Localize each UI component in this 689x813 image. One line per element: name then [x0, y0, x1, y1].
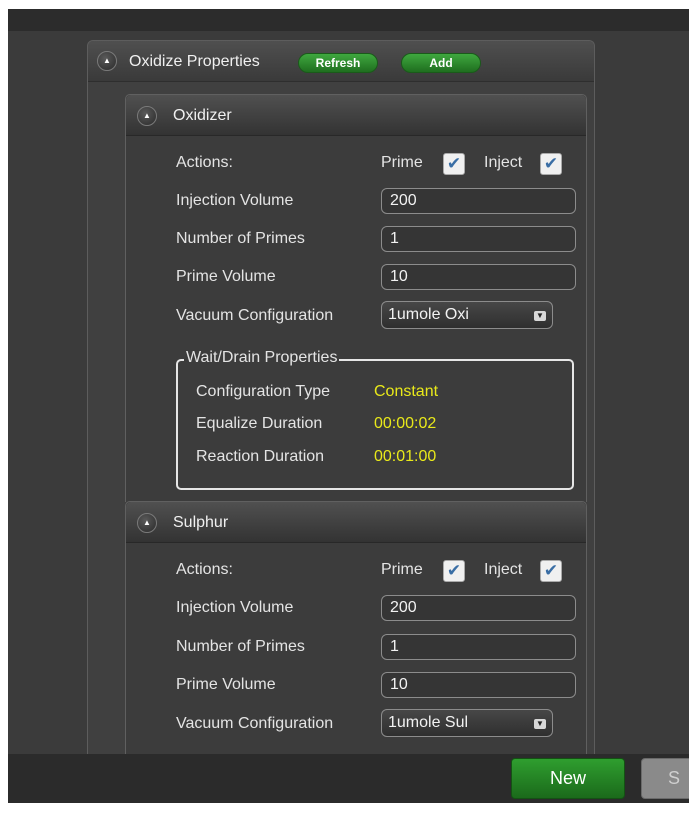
- configuration-type-label: Configuration Type: [196, 383, 331, 400]
- vacuum-configuration-select[interactable]: 1umole Sul ▼: [381, 709, 553, 737]
- vacuum-configuration-label: Vacuum Configuration: [176, 715, 334, 732]
- inject-checkbox[interactable]: ✔: [540, 153, 562, 175]
- oxidize-properties-title: Oxidize Properties: [129, 53, 260, 70]
- save-button[interactable]: S: [641, 758, 689, 799]
- sulphur-title: Sulphur: [173, 514, 229, 531]
- prime-volume-label: Prime Volume: [176, 676, 276, 693]
- collapse-up-icon[interactable]: ▲: [137, 106, 157, 126]
- oxidizer-title: Oxidizer: [173, 107, 232, 124]
- oxidize-properties-header[interactable]: ▲ Oxidize Properties Refresh Add: [88, 41, 594, 82]
- wait-drain-properties-legend: Wait/Drain Properties: [184, 349, 340, 367]
- reaction-duration-label: Reaction Duration: [196, 448, 325, 465]
- equalize-duration-value[interactable]: 00:00:02: [374, 415, 436, 433]
- collapse-up-icon[interactable]: ▲: [137, 513, 157, 533]
- top-bar: [8, 9, 689, 31]
- prime-volume-input[interactable]: 10: [381, 264, 576, 290]
- reaction-duration-value[interactable]: 00:01:00: [374, 448, 436, 466]
- actions-label: Actions:: [176, 154, 233, 171]
- inject-label: Inject: [484, 561, 523, 578]
- prime-checkbox[interactable]: ✔: [443, 153, 465, 175]
- checkmark-icon: ✔: [543, 561, 559, 580]
- prime-checkbox[interactable]: ✔: [443, 560, 465, 582]
- sulphur-header[interactable]: ▲ Sulphur: [126, 502, 586, 543]
- injection-volume-input[interactable]: 200: [381, 595, 576, 621]
- oxidize-properties-panel: ▲ Oxidize Properties Refresh Add ▲ Oxidi…: [87, 40, 595, 755]
- sulphur-panel: ▲ Sulphur Actions: Prime ✔ Inject ✔ Inje…: [125, 501, 587, 755]
- number-of-primes-input[interactable]: 1: [381, 634, 576, 660]
- prime-label: Prime: [381, 561, 423, 578]
- inject-checkbox[interactable]: ✔: [540, 560, 562, 582]
- prime-volume-label: Prime Volume: [176, 268, 276, 285]
- number-of-primes-label: Number of Primes: [176, 230, 305, 247]
- injection-volume-label: Injection Volume: [176, 599, 294, 616]
- new-button[interactable]: New: [511, 758, 625, 799]
- prime-label: Prime: [381, 154, 423, 171]
- actions-label: Actions:: [176, 561, 233, 578]
- refresh-button[interactable]: Refresh: [298, 53, 378, 73]
- configuration-type-value: Constant: [374, 383, 439, 400]
- checkmark-icon: ✔: [446, 561, 462, 580]
- injection-volume-input[interactable]: 200: [381, 188, 576, 214]
- oxidizer-panel: ▲ Oxidizer Actions: Prime ✔ Inject ✔ Inj…: [125, 94, 587, 502]
- checkmark-icon: ✔: [543, 154, 559, 173]
- collapse-up-icon[interactable]: ▲: [97, 51, 117, 71]
- checkmark-icon: ✔: [446, 154, 462, 173]
- vacuum-configuration-select[interactable]: 1umole Oxi ▼: [381, 301, 553, 329]
- vacuum-configuration-label: Vacuum Configuration: [176, 307, 334, 324]
- injection-volume-label: Injection Volume: [176, 192, 294, 209]
- inject-label: Inject: [484, 154, 523, 171]
- dropdown-arrow-icon: ▼: [534, 311, 546, 321]
- vacuum-configuration-value: 1umole Oxi: [388, 306, 469, 323]
- number-of-primes-input[interactable]: 1: [381, 226, 576, 252]
- oxidizer-header[interactable]: ▲ Oxidizer: [126, 95, 586, 136]
- vacuum-configuration-value: 1umole Sul: [388, 714, 469, 731]
- prime-volume-input[interactable]: 10: [381, 672, 576, 698]
- equalize-duration-label: Equalize Duration: [196, 415, 323, 432]
- add-button[interactable]: Add: [401, 53, 481, 73]
- app-window: ▲ Oxidize Properties Refresh Add ▲ Oxidi…: [8, 9, 689, 803]
- dropdown-arrow-icon: ▼: [534, 719, 546, 729]
- number-of-primes-label: Number of Primes: [176, 638, 305, 655]
